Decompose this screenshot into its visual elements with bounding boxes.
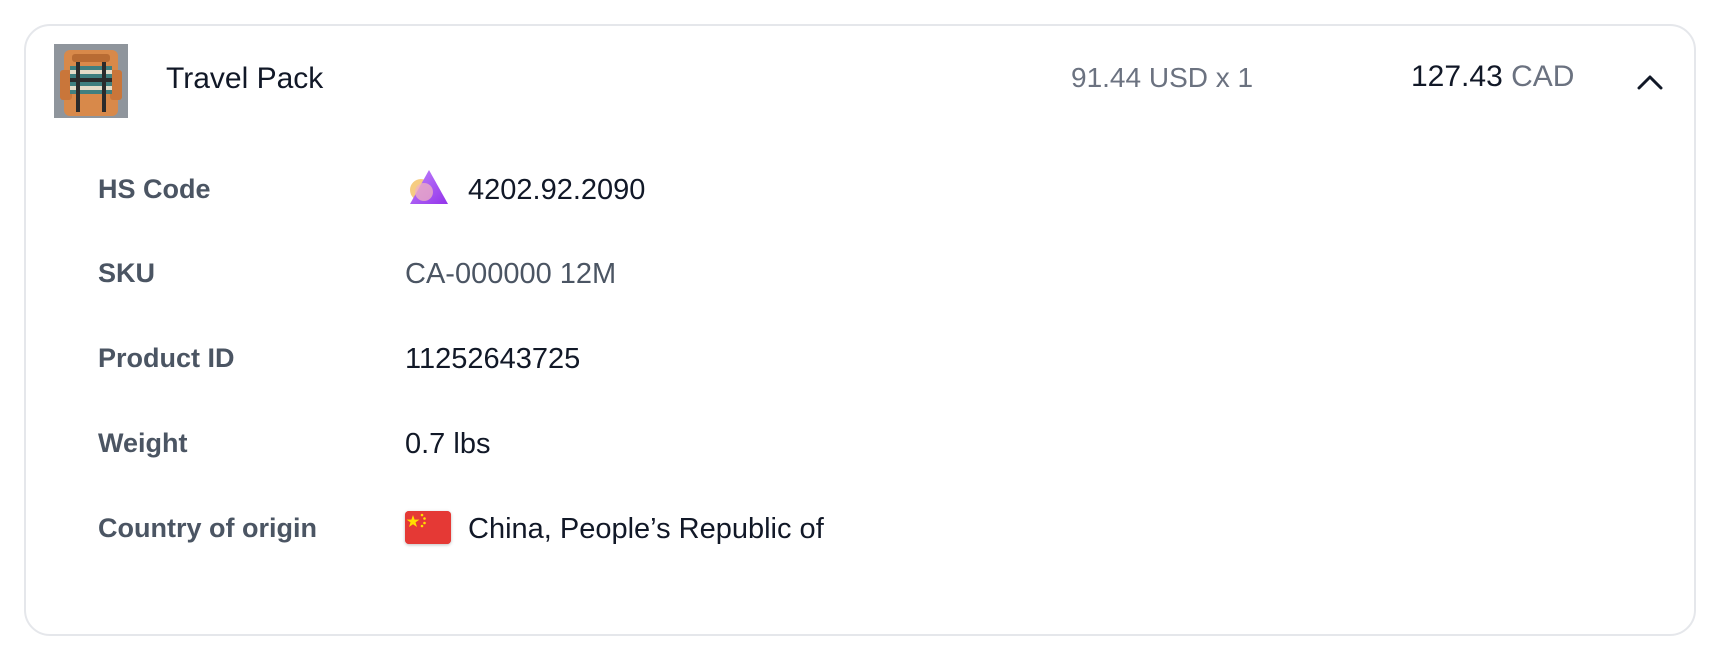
hs-code-value: 4202.92.2090 (468, 174, 646, 206)
product-thumbnail (54, 44, 128, 118)
backpack-icon (54, 44, 128, 118)
weight-value: 0.7 lbs (405, 428, 491, 460)
chevron-up-icon (1637, 75, 1663, 90)
sku-label: SKU (98, 258, 156, 288)
product-id-label: Product ID (98, 343, 235, 373)
total-currency: CAD (1511, 60, 1575, 93)
item-header[interactable]: Travel Pack 91.44 USD x 1 127.43 CAD (26, 26, 1694, 136)
collapse-button[interactable] (1636, 72, 1664, 92)
hs-code-logo-icon (405, 168, 451, 206)
unit-price: 91.44 USD x 1 (1071, 62, 1254, 93)
detail-row-country: Country of origin China, People’s Republ… (98, 501, 1658, 561)
product-name: Travel Pack (166, 62, 324, 95)
china-flag-icon (405, 511, 451, 544)
detail-row-sku: SKU CA-000000 12M (98, 246, 1658, 306)
detail-row-weight: Weight 0.7 lbs (98, 416, 1658, 476)
weight-label: Weight (98, 428, 188, 458)
detail-row-hs-code: HS Code 4202.92.2090 (98, 162, 1658, 222)
total-amount: 127.43 (1411, 60, 1503, 93)
hs-code-label: HS Code (98, 174, 211, 204)
order-item-card: Travel Pack 91.44 USD x 1 127.43 CAD HS … (24, 24, 1696, 636)
country-label: Country of origin (98, 513, 317, 543)
detail-row-product-id: Product ID 11252643725 (98, 331, 1658, 391)
line-total: 127.43 CAD (1411, 60, 1574, 94)
product-id-value: 11252643725 (405, 343, 581, 375)
country-value: China, People’s Republic of (468, 513, 824, 545)
sku-value: CA-000000 12M (405, 258, 617, 290)
